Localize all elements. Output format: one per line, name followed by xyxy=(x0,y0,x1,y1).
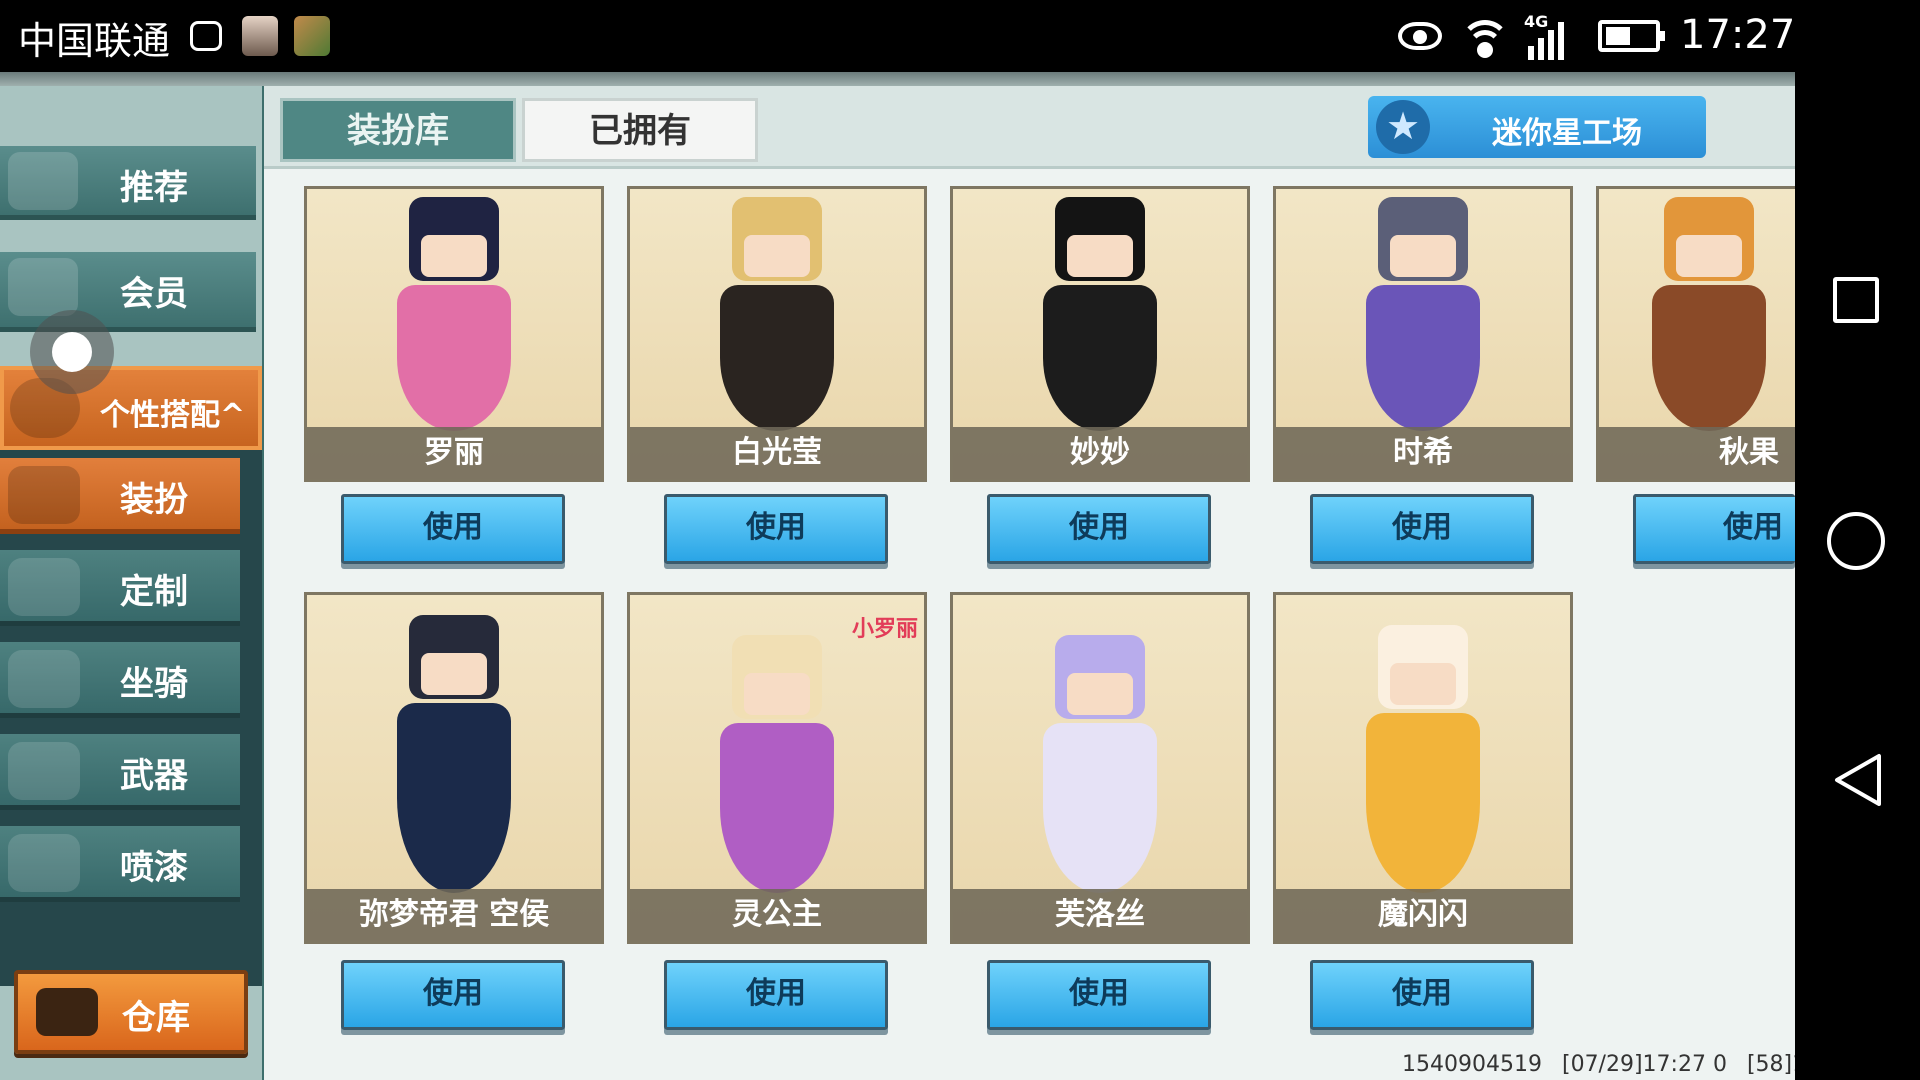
use-button[interactable]: 使用 xyxy=(1310,960,1534,1030)
build-version: [58]1.16 xyxy=(1746,1052,1795,1077)
avatar-notification-icon xyxy=(242,16,278,56)
tab-dress-library[interactable]: 装扮库 xyxy=(280,98,516,162)
home-button[interactable] xyxy=(1827,512,1885,570)
skin-name: 秋果 xyxy=(1599,427,1795,479)
character-image xyxy=(1348,197,1498,431)
use-button[interactable]: 使用 xyxy=(664,960,888,1030)
use-button[interactable]: 使用 xyxy=(341,494,565,564)
floating-assist-ball[interactable] xyxy=(30,310,114,394)
skin-name: 魔闪闪 xyxy=(1276,889,1570,941)
use-button[interactable]: 使用 xyxy=(1310,494,1534,564)
mount-icon xyxy=(8,650,80,708)
sidebar: 推荐 会员 个性搭配^ 装扮 定制 坐骑 武器 喷漆 仓库 xyxy=(0,86,262,1080)
skin-card-miaomiao[interactable]: 妙妙 xyxy=(950,186,1250,482)
sidebar-subitem-spray[interactable]: 喷漆 xyxy=(0,826,240,902)
recent-apps-button[interactable] xyxy=(1833,277,1879,323)
character-image xyxy=(1025,635,1175,895)
brand-badge: 小罗丽 xyxy=(851,617,918,642)
skin-name: 白光莹 xyxy=(630,427,924,479)
app-window: 推荐 会员 个性搭配^ 装扮 定制 坐骑 武器 喷漆 仓库 装扮库 已拥有 ★ … xyxy=(0,72,1795,1080)
skin-card-shixi[interactable]: 时希 xyxy=(1273,186,1573,482)
character-image xyxy=(702,197,852,431)
network-type: 4G xyxy=(1524,12,1549,31)
sidebar-subitem-dress[interactable]: 装扮 xyxy=(0,458,240,534)
build-info: 1540904519 [07/29]17:27 0 [58]1.16 xyxy=(1402,1052,1795,1077)
thumbs-up-icon xyxy=(8,152,78,210)
use-button[interactable]: 使用 xyxy=(987,960,1211,1030)
sidebar-subitem-label: 武器 xyxy=(120,756,188,796)
character-image xyxy=(379,615,529,895)
skin-card-qiuguo[interactable]: 秋果 xyxy=(1596,186,1795,482)
wifi-icon xyxy=(1460,20,1510,60)
sidebar-subitem-label: 定制 xyxy=(120,572,188,612)
skin-name: 时希 xyxy=(1276,427,1570,479)
use-button[interactable]: 使用 xyxy=(664,494,888,564)
sidebar-item-recommend[interactable]: 推荐 xyxy=(0,146,256,220)
spray-icon xyxy=(8,834,80,892)
skin-card-linggongzhu[interactable]: 小罗丽 灵公主 xyxy=(627,592,927,944)
sidebar-item-label: 推荐 xyxy=(120,168,188,208)
user-id: 1540904519 xyxy=(1402,1052,1542,1077)
skin-name: 妙妙 xyxy=(953,427,1247,479)
skin-name: 罗丽 xyxy=(307,427,601,479)
chest-icon xyxy=(36,988,98,1036)
clock: 17:27 xyxy=(1680,12,1796,58)
carrier-name: 中国联通 xyxy=(18,19,171,63)
skin-name: 芙洛丝 xyxy=(953,889,1247,941)
sidebar-subitem-weapon[interactable]: 武器 xyxy=(0,734,240,810)
skin-card-fuluosi[interactable]: 芙洛丝 xyxy=(950,592,1250,944)
sidebar-subitem-mount[interactable]: 坐骑 xyxy=(0,642,240,718)
gun-icon xyxy=(8,742,80,800)
sidebar-item-member[interactable]: 会员 xyxy=(0,252,256,332)
navigation-bar xyxy=(1795,0,1920,1080)
member-icon xyxy=(8,258,78,316)
sidebar-subitem-label: 喷漆 xyxy=(120,848,188,888)
skin-name: 弥梦帝君 空侯 xyxy=(307,889,601,941)
sidebar-subitem-custom[interactable]: 定制 xyxy=(0,550,240,626)
mini-workshop-button[interactable]: ★ 迷你星工场 xyxy=(1368,96,1706,158)
skin-card-luoli[interactable]: 罗丽 xyxy=(304,186,604,482)
character-image xyxy=(1348,625,1498,895)
star-icon: ★ xyxy=(1376,100,1430,154)
workshop-label: 迷你星工场 xyxy=(1492,116,1642,151)
sidebar-subitem-label: 坐骑 xyxy=(120,664,188,704)
build-timestamp: [07/29]17:27 0 xyxy=(1561,1052,1727,1077)
back-button[interactable] xyxy=(1831,752,1883,808)
character-image xyxy=(1025,197,1175,431)
tab-owned[interactable]: 已拥有 xyxy=(522,98,758,162)
sidebar-item-label: 个性搭配^ xyxy=(100,398,246,433)
character-image xyxy=(1634,197,1784,431)
character-image xyxy=(702,635,852,895)
pencil-icon xyxy=(8,558,80,616)
use-button[interactable]: 使用 xyxy=(341,960,565,1030)
warehouse-button[interactable]: 仓库 xyxy=(14,970,248,1054)
skin-name: 灵公主 xyxy=(630,889,924,941)
use-button[interactable]: 使用 xyxy=(1633,494,1795,564)
sidebar-subitem-label: 装扮 xyxy=(120,480,188,520)
eye-icon xyxy=(1398,22,1442,50)
notification-icon xyxy=(190,21,222,51)
main-content: 装扮库 已拥有 ★ 迷你星工场 罗丽 白光莹 妙妙 时希 秋果 使用 使用 使用… xyxy=(264,86,1795,1080)
game-notification-icon xyxy=(294,16,330,56)
skin-card-moshanshan[interactable]: 魔闪闪 xyxy=(1273,592,1573,944)
skin-card-baiguangying[interactable]: 白光莹 xyxy=(627,186,927,482)
status-bar: 中国联通 4G 17:27 xyxy=(0,0,1795,72)
tshirt-icon xyxy=(8,466,80,524)
skin-card-mimengdijun[interactable]: 弥梦帝君 空侯 xyxy=(304,592,604,944)
tab-bar: 装扮库 已拥有 ★ 迷你星工场 xyxy=(264,86,1795,169)
signal-icon: 4G xyxy=(1524,12,1568,60)
use-button[interactable]: 使用 xyxy=(987,494,1211,564)
sidebar-item-label: 会员 xyxy=(120,274,188,314)
warehouse-label: 仓库 xyxy=(122,998,190,1038)
character-image xyxy=(379,197,529,431)
battery-icon xyxy=(1598,20,1665,52)
top-strip xyxy=(0,72,1795,86)
